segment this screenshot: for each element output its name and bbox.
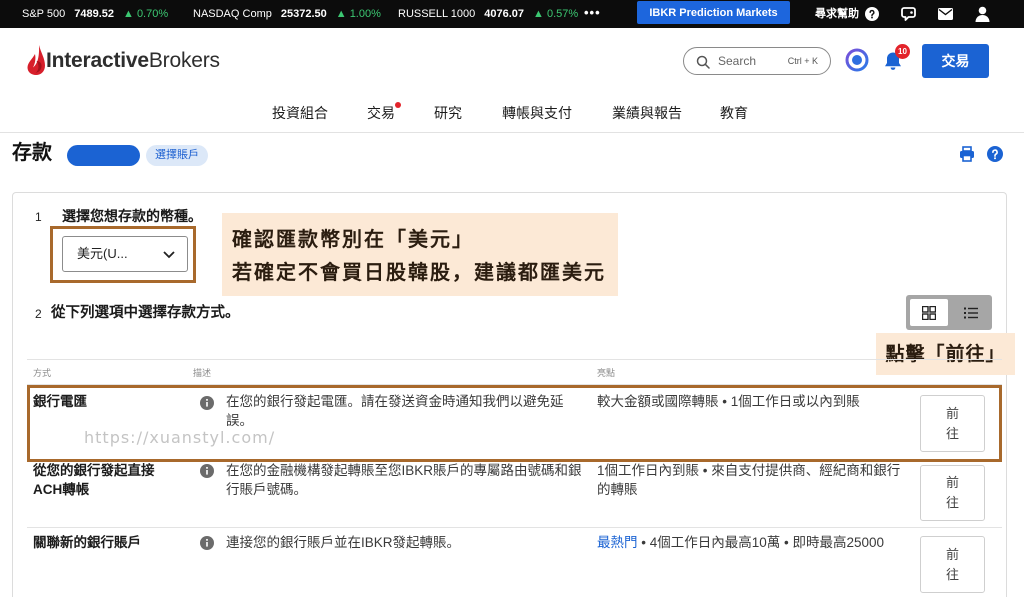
nav-trade-dot <box>395 102 401 108</box>
ticker-change: ▲ 0.57% <box>533 8 579 20</box>
annotation-line: 確認匯款幣別在「美元」 <box>232 227 474 251</box>
question-circle-icon[interactable] <box>865 7 879 21</box>
header-divider <box>0 132 1024 133</box>
chat-icon[interactable] <box>901 6 917 22</box>
list-view-button[interactable] <box>953 299 989 326</box>
highlight-tag: 最熱門 <box>597 535 638 550</box>
search-icon <box>696 55 710 69</box>
grid-view-button[interactable] <box>910 299 948 326</box>
brand-logo[interactable]: InteractiveBrokers <box>46 49 220 73</box>
method-highlights: 最熱門 • 4個工作日內最高10萬 • 即時最高25000 <box>597 533 905 552</box>
ibkr-logo-icon[interactable] <box>26 44 46 76</box>
trade-button[interactable]: 交易 <box>922 44 989 78</box>
ticker-value: 4076.07 <box>484 8 525 20</box>
view-toggle <box>906 295 992 330</box>
method-description: 連接您的銀行賬戶並在IBKR發起轉賬。 <box>226 535 461 550</box>
search-shortcut-hint: Ctrl + K <box>787 56 818 66</box>
highlight-text: • 4個工作日內最高10萬 • 即時最高25000 <box>637 535 885 550</box>
ticker-value: 7489.52 <box>74 8 114 20</box>
select-account-button[interactable]: 選擇賬戶 <box>146 145 208 166</box>
go-button[interactable]: 前往 <box>920 536 985 593</box>
user-icon[interactable] <box>975 6 990 22</box>
annotation-currency-note: 確認匯款幣別在「美元」 若確定不會買日股韓股，建議都匯美元 <box>222 213 618 296</box>
watermark-url: https://xuanstyl.com/ <box>84 428 276 447</box>
logo-word-interactive: Interactive <box>46 49 149 72</box>
method-name: 從您的銀行發起直接ACH轉帳 <box>33 463 155 497</box>
ticker-name: RUSSELL 1000 <box>398 8 476 20</box>
info-icon[interactable] <box>200 536 214 550</box>
logo-word-brokers: Brokers <box>148 49 220 72</box>
nav-trade-label: 交易 <box>367 105 395 121</box>
notification-count-badge: 10 <box>895 44 910 59</box>
method-description: 在您的金融機構發起轉賬至您IBKR賬戶的專屬路由號碼和銀行賬戶號碼。 <box>226 463 582 497</box>
step-number: 2 <box>35 307 42 321</box>
more-tickers-button[interactable]: ••• <box>584 0 601 28</box>
nav-portfolio[interactable]: 投資組合 <box>272 102 328 124</box>
account-id-pill[interactable] <box>67 145 140 166</box>
help-icon[interactable] <box>987 146 1003 162</box>
prediction-markets-button[interactable]: IBKR Prediction Markets <box>637 1 790 24</box>
ticker-change: ▲ 1.00% <box>335 8 381 20</box>
search-placeholder: Search <box>718 54 757 68</box>
go-button-label: 前往 <box>945 475 959 510</box>
header-description: 描述 <box>193 368 212 378</box>
go-button-label: 前往 <box>945 546 959 582</box>
nav-trade[interactable]: 交易 <box>367 102 401 124</box>
annotation-wire-row-box <box>27 385 1002 462</box>
page-title: 存款 <box>12 142 52 164</box>
ticker-change: ▲ 0.70% <box>123 8 169 20</box>
nav-transfer-pay[interactable]: 轉帳與支付 <box>502 102 572 124</box>
ask-ibkr-icon[interactable] <box>845 48 869 72</box>
table-row: 從您的銀行發起直接ACH轉帳 在您的金融機構發起轉賬至您IBKR賬戶的專屬路由號… <box>27 461 1002 528</box>
annotation-currency-box <box>50 226 196 283</box>
market-ticker-bar: S&P 500 7489.52 ▲ 0.70% NASDAQ Comp 2537… <box>0 0 1024 28</box>
ticker-name: S&P 500 <box>22 8 66 20</box>
method-name: 關聯新的銀行賬戶 <box>33 535 141 550</box>
nav-research[interactable]: 研究 <box>434 102 462 124</box>
method-highlights: 1個工作日內到賬 • 來自支付提供商、經紀商和銀行的轉賬 <box>597 461 905 499</box>
step2-label: 從下列選項中選擇存款方式。 <box>51 305 240 321</box>
nav-performance-reports[interactable]: 業績與報告 <box>612 102 682 124</box>
highlight-text: 1個工作日內到賬 • 來自支付提供商、經紀商和銀行的轉賬 <box>597 463 901 497</box>
grid-view-icon <box>922 305 936 320</box>
ticker-sp500[interactable]: S&P 500 7489.52 ▲ 0.70% <box>22 0 168 28</box>
step-number: 1 <box>35 210 42 224</box>
ticker-nasdaq[interactable]: NASDAQ Comp 25372.50 ▲ 1.00% <box>193 0 381 28</box>
search-box[interactable]: Search Ctrl + K <box>683 47 831 75</box>
nav-education[interactable]: 教育 <box>720 102 748 124</box>
go-button[interactable]: 前往 <box>920 465 985 521</box>
table-header: 方式 描述 亮點 <box>27 359 1002 385</box>
annotation-line: 若確定不會買日股韓股，建議都匯美元 <box>232 260 606 284</box>
printer-icon[interactable] <box>959 146 975 162</box>
header-highlights: 亮點 <box>597 368 616 378</box>
info-icon[interactable] <box>200 464 214 478</box>
list-view-icon <box>964 307 978 318</box>
ticker-name: NASDAQ Comp <box>193 8 272 20</box>
table-row: 關聯新的銀行賬戶 連接您的銀行賬戶並在IBKR發起轉賬。 最熱門 • 4個工作日… <box>27 528 1002 597</box>
help-link[interactable]: 尋求幫助 <box>815 0 859 28</box>
ticker-russell[interactable]: RUSSELL 1000 4076.07 ▲ 0.57% <box>398 0 578 28</box>
header-method: 方式 <box>33 368 52 378</box>
mail-icon[interactable] <box>938 8 953 20</box>
step1-label: 選擇您想存款的幣種。 <box>62 208 202 224</box>
ticker-value: 25372.50 <box>280 8 327 20</box>
